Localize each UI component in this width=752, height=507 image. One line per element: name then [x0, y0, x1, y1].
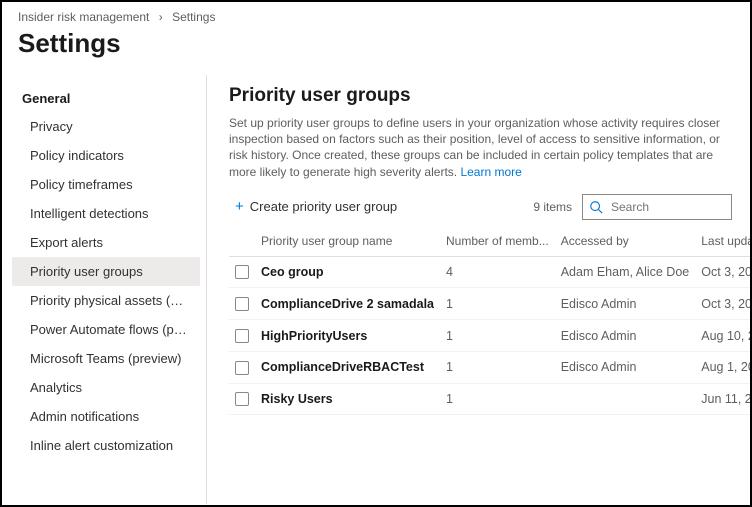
row-checkbox[interactable]	[235, 361, 249, 375]
search-icon	[589, 200, 603, 214]
table-row[interactable]: ComplianceDriveRBACTest1Edisco AdminAug …	[229, 351, 750, 383]
sidebar-item[interactable]: Admin notifications	[12, 402, 200, 431]
row-checkbox[interactable]	[235, 265, 249, 279]
column-members[interactable]: Number of memb...	[440, 226, 555, 257]
sidebar-item[interactable]: Export alerts	[12, 228, 200, 257]
cell-members: 1	[440, 383, 555, 415]
cell-updated: Aug 1, 2022	[695, 351, 750, 383]
table-header-row: Priority user group name Number of memb.…	[229, 226, 750, 257]
sidebar-item[interactable]: Analytics	[12, 373, 200, 402]
learn-more-link[interactable]: Learn more	[460, 165, 521, 179]
sidebar-item[interactable]: Privacy	[12, 112, 200, 141]
create-priority-user-group-button[interactable]: + Create priority user group	[229, 195, 403, 218]
cell-members: 1	[440, 351, 555, 383]
items-count: 9 items	[533, 200, 572, 214]
cell-accessed: Edisco Admin	[555, 351, 696, 383]
column-name[interactable]: Priority user group name	[255, 226, 440, 257]
chevron-right-icon: ›	[159, 10, 163, 24]
cell-name[interactable]: Ceo group	[255, 256, 440, 288]
section-description: Set up priority user groups to define us…	[229, 115, 732, 180]
table-row[interactable]: Ceo group4Adam Eham, Alice DoeOct 3, 202…	[229, 256, 750, 288]
sidebar-item[interactable]: Power Automate flows (preview)	[12, 315, 200, 344]
cell-updated: Oct 3, 2022	[695, 256, 750, 288]
column-accessed[interactable]: Accessed by	[555, 226, 696, 257]
search-box[interactable]	[582, 194, 732, 220]
breadcrumb-current: Settings	[172, 10, 215, 24]
toolbar: + Create priority user group 9 items	[229, 194, 732, 220]
create-button-label: Create priority user group	[250, 199, 397, 214]
page-title: Settings	[2, 24, 750, 75]
sidebar-item[interactable]: Priority user groups	[12, 257, 200, 286]
sidebar-item[interactable]: Microsoft Teams (preview)	[12, 344, 200, 373]
sidebar: General PrivacyPolicy indicatorsPolicy t…	[2, 75, 207, 504]
cell-updated: Oct 3, 2022	[695, 288, 750, 320]
column-updated[interactable]: Last updated	[695, 226, 750, 257]
column-checkbox	[229, 226, 255, 257]
table-row[interactable]: HighPriorityUsers1Edisco AdminAug 10, 20…	[229, 320, 750, 352]
plus-icon: +	[235, 199, 244, 214]
cell-accessed: Edisco Admin	[555, 320, 696, 352]
cell-name[interactable]: ComplianceDrive 2 samadala	[255, 288, 440, 320]
row-checkbox[interactable]	[235, 329, 249, 343]
row-checkbox[interactable]	[235, 297, 249, 311]
cell-accessed	[555, 383, 696, 415]
cell-name[interactable]: ComplianceDriveRBACTest	[255, 351, 440, 383]
sidebar-heading: General	[12, 85, 206, 112]
breadcrumb-root[interactable]: Insider risk management	[18, 10, 149, 24]
sidebar-item[interactable]: Inline alert customization	[12, 431, 200, 460]
cell-accessed: Adam Eham, Alice Doe	[555, 256, 696, 288]
cell-updated: Aug 10, 2022	[695, 320, 750, 352]
cell-members: 1	[440, 320, 555, 352]
cell-name[interactable]: HighPriorityUsers	[255, 320, 440, 352]
table-row[interactable]: ComplianceDrive 2 samadala1Edisco AdminO…	[229, 288, 750, 320]
main-panel: Priority user groups Set up priority use…	[207, 75, 750, 504]
cell-members: 4	[440, 256, 555, 288]
row-checkbox[interactable]	[235, 392, 249, 406]
sidebar-item[interactable]: Priority physical assets (preview)	[12, 286, 200, 315]
breadcrumb: Insider risk management › Settings	[2, 2, 750, 24]
table-row[interactable]: Risky Users1 Jun 11, 2021	[229, 383, 750, 415]
sidebar-item[interactable]: Intelligent detections	[12, 199, 200, 228]
section-title: Priority user groups	[229, 85, 732, 107]
cell-accessed: Edisco Admin	[555, 288, 696, 320]
cell-name[interactable]: Risky Users	[255, 383, 440, 415]
sidebar-item[interactable]: Policy indicators	[12, 141, 200, 170]
cell-members: 1	[440, 288, 555, 320]
sidebar-item[interactable]: Policy timeframes	[12, 170, 200, 199]
search-input[interactable]	[609, 199, 725, 215]
cell-updated: Jun 11, 2021	[695, 383, 750, 415]
priority-user-groups-table: Priority user group name Number of memb.…	[229, 226, 750, 416]
